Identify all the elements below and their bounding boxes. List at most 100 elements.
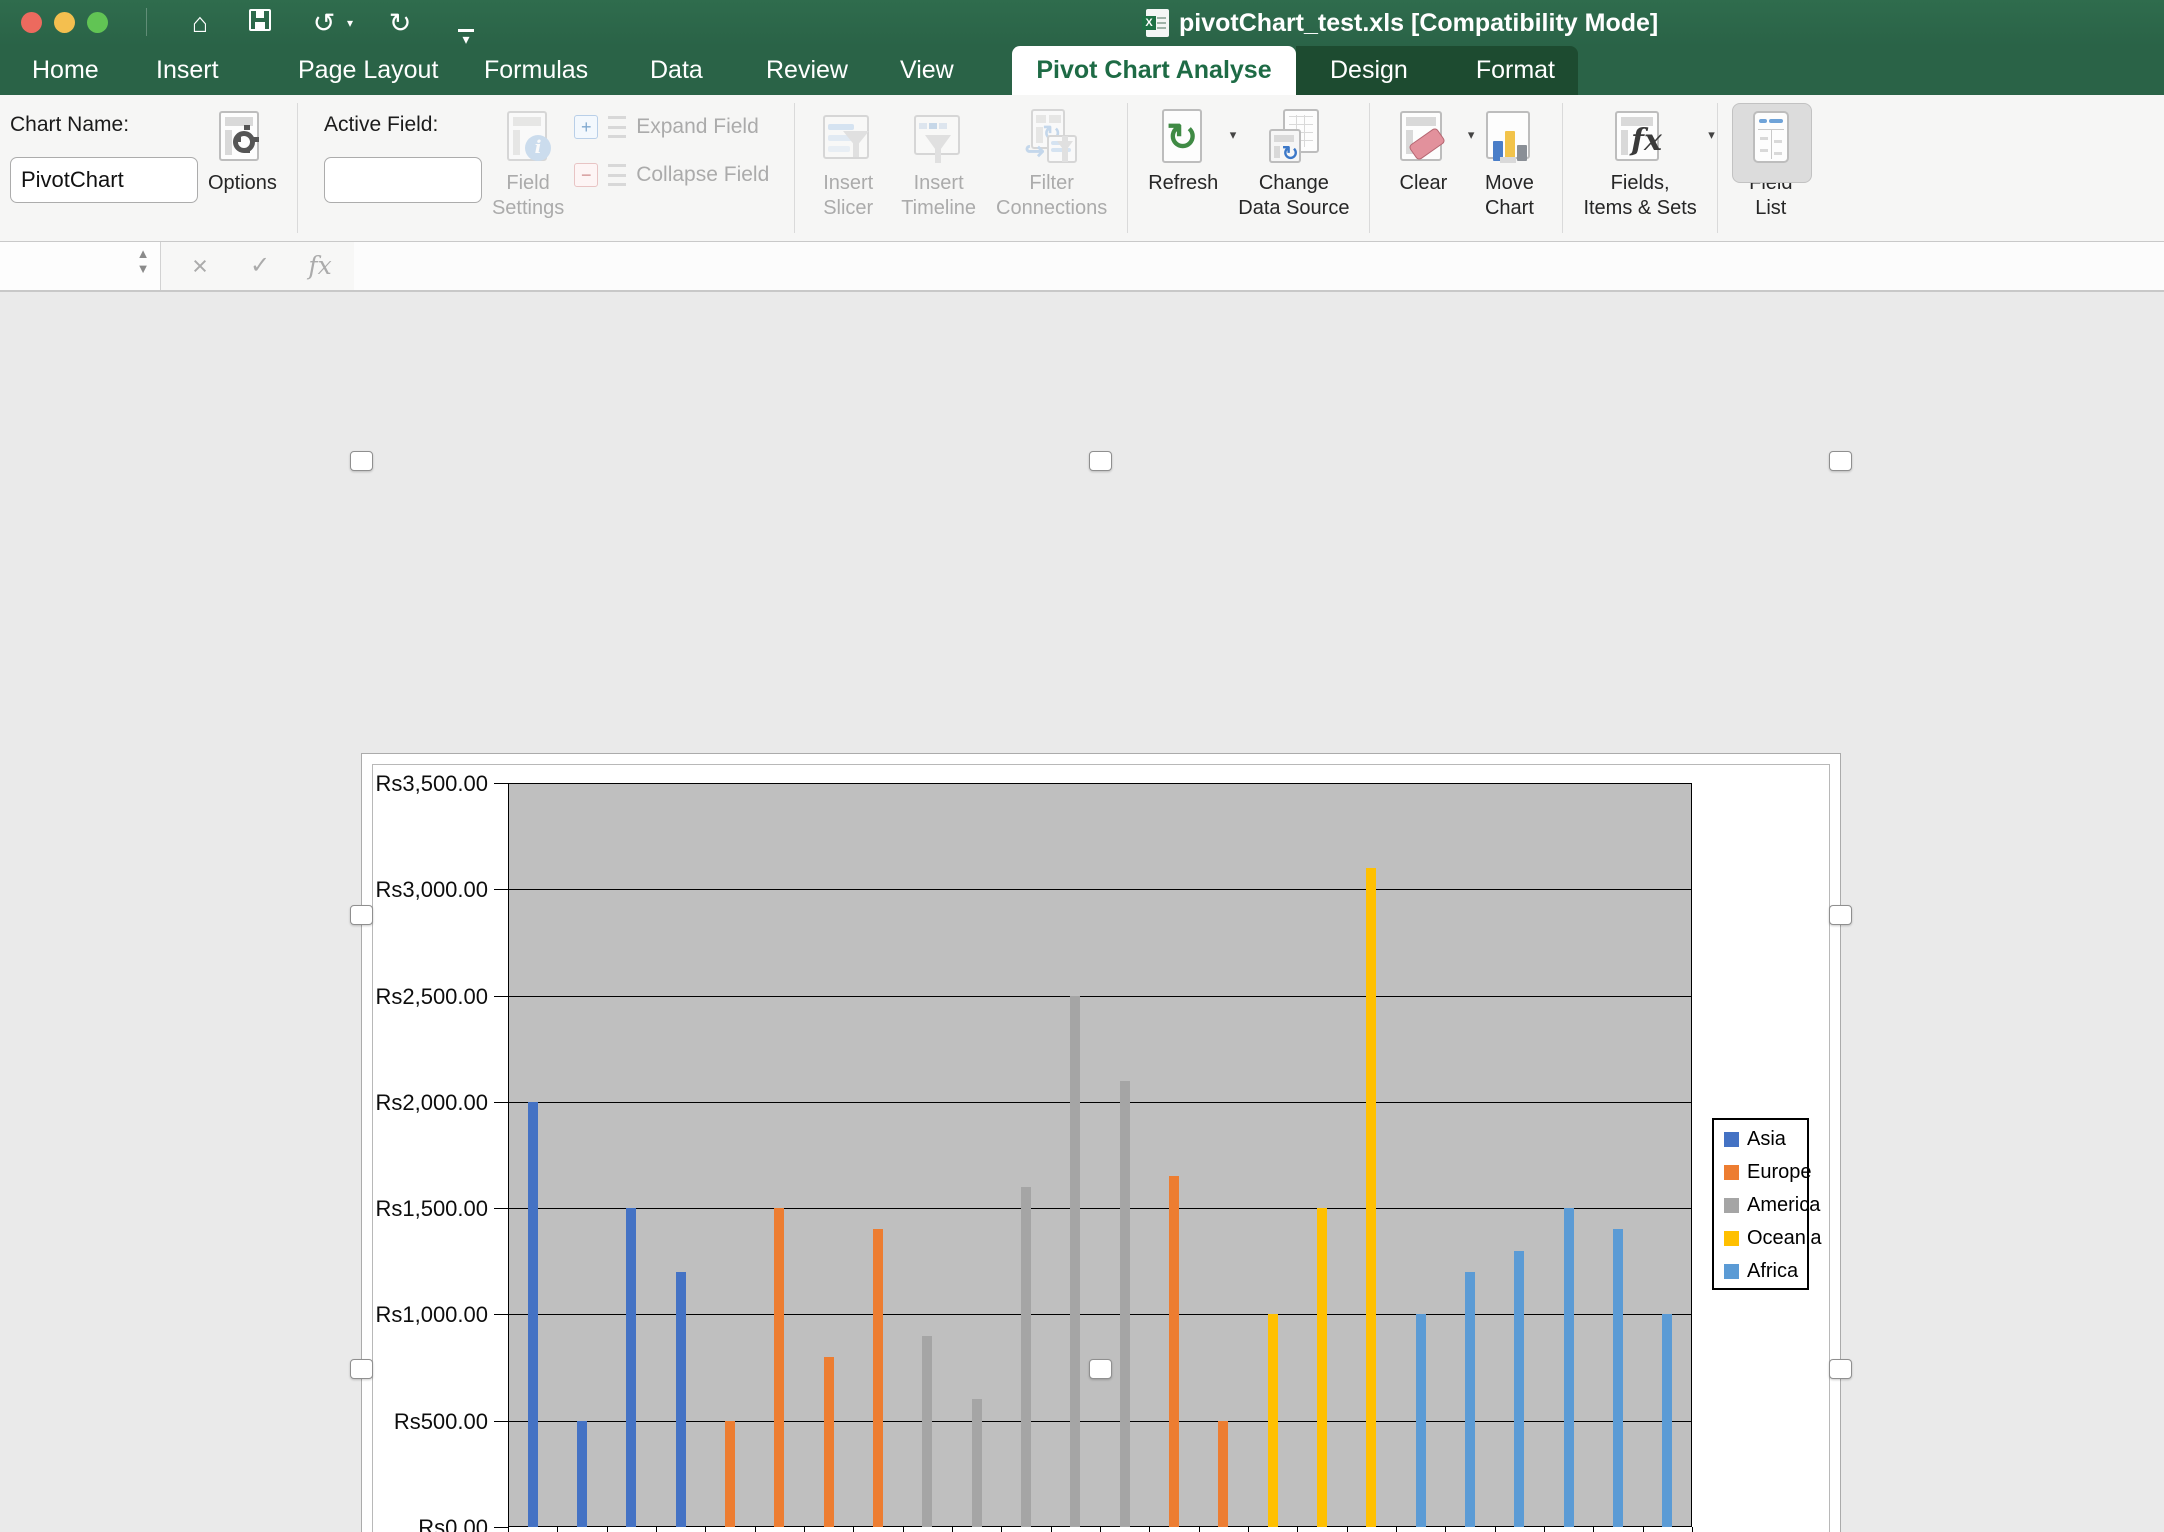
expand-field-button[interactable]: +Expand Field	[574, 115, 784, 139]
bar-james-chang-q1[interactable]	[725, 1421, 735, 1527]
legend-item-africa[interactable]: Africa	[1724, 1260, 1798, 1283]
field-list-label: FieldList	[1749, 171, 1792, 221]
enter-icon[interactable]: ✓	[240, 242, 280, 290]
bar-jean-chocolade-q1[interactable]	[1416, 1314, 1426, 1527]
legend-item-europe[interactable]: Europe	[1724, 1161, 1812, 1184]
bar-james-chang-q4[interactable]	[873, 1229, 883, 1527]
options-button[interactable]: Options	[198, 95, 287, 241]
legend-label: Europe	[1747, 1161, 1812, 1184]
collapse-field-label: Collapse Field	[636, 163, 769, 187]
field-list-button[interactable]: FieldList	[1728, 95, 1814, 241]
undo-dropdown-icon[interactable]: ▾	[342, 6, 358, 40]
home-icon[interactable]: ⌂	[182, 6, 218, 40]
bar-miya-maxilaku-q3[interactable]	[922, 1336, 932, 1527]
active-field-input[interactable]	[324, 157, 482, 203]
name-box-stepper[interactable]: ▲▼	[132, 246, 154, 286]
chart-resize-handle[interactable]	[1089, 1359, 1112, 1379]
field-settings-label: FieldSettings	[492, 171, 564, 221]
bar-ada-chocolade-q3[interactable]	[1662, 1314, 1672, 1527]
bar-elvis-ipoh-coffee-q4[interactable]	[1366, 868, 1376, 1527]
pivot-chart[interactable]: Rs3,500.00Rs3,000.00Rs2,500.00Rs2,000.00…	[373, 765, 1829, 1532]
collapse-field-button[interactable]: −Collapse Field	[574, 163, 784, 187]
change-data-source-button[interactable]: ↻ChangeData Source	[1228, 95, 1359, 241]
chart-resize-handle[interactable]	[1829, 451, 1852, 471]
legend-item-america[interactable]: America	[1724, 1194, 1820, 1217]
chart-resize-handle[interactable]	[1089, 451, 1112, 471]
bar-miya-geitost-q4[interactable]	[1120, 1081, 1130, 1527]
tab-insert[interactable]: Insert	[152, 46, 223, 95]
bar-david-maxilaku-q1[interactable]	[528, 1102, 538, 1527]
ribbon-group-separator	[1562, 103, 1563, 233]
y-axis-tick-label[interactable]: Rs2,500.00	[358, 984, 488, 1010]
bar-jean-chocolade-q3[interactable]	[1514, 1251, 1524, 1527]
y-axis-tick-label[interactable]: Rs3,000.00	[358, 877, 488, 903]
chart-resize-handle[interactable]	[350, 905, 373, 925]
insert-slicer-button[interactable]: InsertSlicer	[805, 95, 891, 241]
chart-resize-handle[interactable]	[1829, 1359, 1852, 1379]
insert-function-icon[interactable]: fx	[300, 242, 340, 290]
tab-view[interactable]: View	[896, 46, 958, 95]
sheet-area[interactable]: Rs3,500.00 Rs3,000.00 Rs2,500.00 Rs2,000.00…	[0, 292, 2164, 1532]
zoom-button[interactable]	[87, 12, 108, 33]
y-axis-tick-label[interactable]: Rs1,500.00	[358, 1196, 488, 1222]
bar-miya-chai-q1[interactable]	[972, 1399, 982, 1527]
bar-ada-chocolade-q1[interactable]	[1564, 1208, 1574, 1527]
field-settings-button[interactable]: i FieldSettings	[482, 95, 574, 241]
refresh-button[interactable]: ↻▾Refresh	[1138, 95, 1228, 241]
minimize-button[interactable]	[54, 12, 75, 33]
tab-data[interactable]: Data	[646, 46, 707, 95]
legend-item-asia[interactable]: Asia	[1724, 1128, 1786, 1151]
bar-james-chang-q2[interactable]	[774, 1208, 784, 1527]
tab-pivot-chart-analyse[interactable]: Pivot Chart Analyse	[1012, 46, 1296, 95]
bar-james-chang-q3[interactable]	[824, 1357, 834, 1527]
undo-icon[interactable]: ↺	[306, 6, 342, 40]
gridline	[508, 1208, 1692, 1209]
tab-home[interactable]: Home	[28, 46, 103, 95]
bar-david-chai-q3[interactable]	[676, 1272, 686, 1527]
clear-button[interactable]: ▾Clear	[1380, 95, 1466, 241]
chart-resize-handle[interactable]	[1829, 905, 1852, 925]
y-axis-tick	[494, 889, 508, 890]
fields-items-sets-button[interactable]: fx▾Fields,Items & Sets	[1573, 95, 1706, 241]
bar-elvis-ikuru-q3[interactable]	[1268, 1314, 1278, 1527]
y-axis-tick-label[interactable]: Rs1,000.00	[358, 1302, 488, 1328]
timeline-icon	[910, 109, 968, 167]
bar-elvis-ikuru-q1[interactable]	[1169, 1176, 1179, 1527]
move-chart-button[interactable]: MoveChart	[1466, 95, 1552, 241]
formula-input[interactable]	[354, 242, 2164, 290]
y-axis-tick-label[interactable]: Rs2,000.00	[358, 1090, 488, 1116]
filter-connections-button[interactable]: ↻ ↪FilterConnections	[986, 95, 1117, 241]
chart-name-input[interactable]	[10, 157, 198, 203]
close-button[interactable]	[21, 12, 42, 33]
insert-timeline-button[interactable]: InsertTimeline	[891, 95, 986, 241]
y-axis-tick-label[interactable]: Rs500.00	[358, 1409, 488, 1435]
chart-resize-handle[interactable]	[350, 1359, 373, 1379]
cancel-icon[interactable]: ×	[180, 242, 220, 290]
field-list-icon	[1742, 109, 1800, 167]
save-icon[interactable]	[242, 6, 278, 40]
legend-item-oceania[interactable]: Oceania	[1724, 1227, 1822, 1250]
tab-format[interactable]: Format	[1442, 46, 1589, 95]
tab-page-layout[interactable]: Page Layout	[294, 46, 442, 95]
tab-review[interactable]: Review	[762, 46, 852, 95]
bar-miya-geitost-q1[interactable]	[1021, 1187, 1031, 1527]
tab-formulas[interactable]: Formulas	[480, 46, 592, 95]
bar-miya-geitost-q2[interactable]	[1070, 996, 1080, 1527]
legend[interactable]: AsiaEuropeAmericaOceaniaAfrica	[1712, 1118, 1809, 1290]
divider	[146, 8, 147, 36]
redo-icon[interactable]: ↻	[382, 6, 418, 40]
bar-david-maxilaku-q2[interactable]	[577, 1421, 587, 1527]
category-axis-line	[508, 1527, 509, 1532]
insert-slicer-label: InsertSlicer	[823, 171, 873, 221]
dropdown-arrow-icon[interactable]: ▾	[1708, 127, 1715, 143]
y-axis-tick-label[interactable]: Rs3,500.00	[358, 771, 488, 797]
bar-elvis-ikuru-q2[interactable]	[1218, 1421, 1228, 1527]
bar-elvis-ipoh-coffee-q3[interactable]	[1317, 1208, 1327, 1527]
y-axis-tick-label[interactable]: Rs0.00	[358, 1515, 488, 1532]
chart-resize-handle[interactable]	[350, 451, 373, 471]
bar-ada-chocolade-q2[interactable]	[1613, 1229, 1623, 1527]
bar-jean-chocolade-q2[interactable]	[1465, 1272, 1475, 1527]
bar-david-maxilaku-q4[interactable]	[626, 1208, 636, 1527]
excel-window: ⌂ ↺ ▾ ↻ ▾ X pivotChart_test.xls [Compati…	[0, 0, 2164, 1532]
tab-design[interactable]: Design	[1296, 46, 1442, 95]
